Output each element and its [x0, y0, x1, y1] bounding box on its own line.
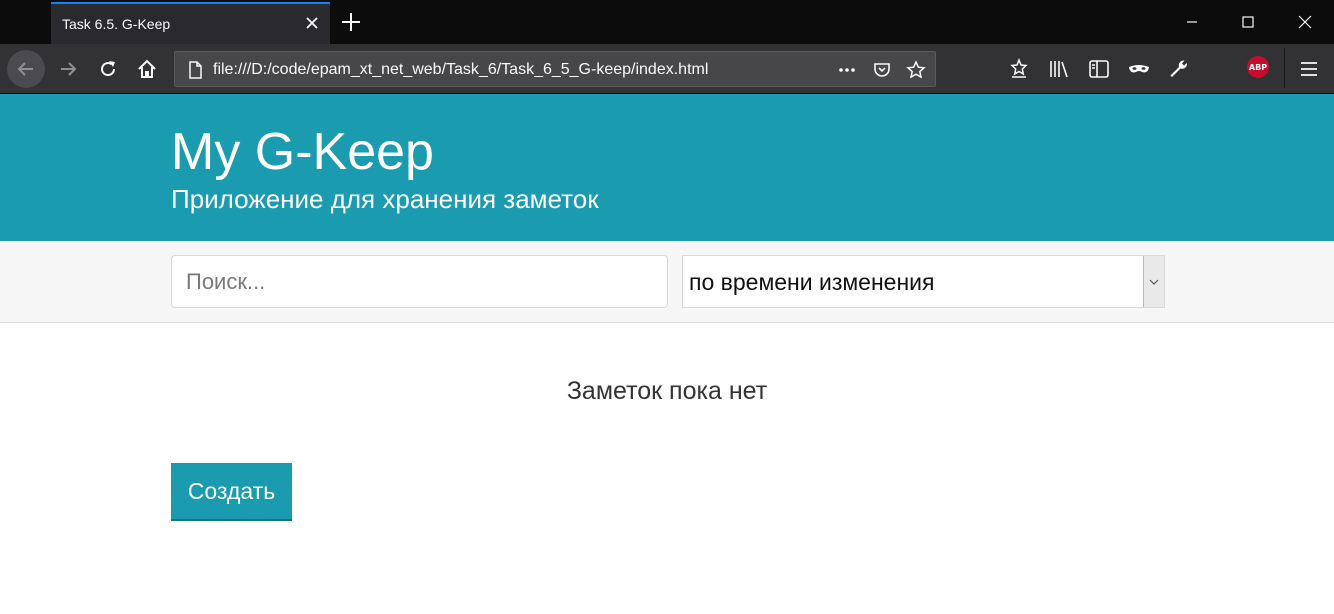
- adblock-icon[interactable]: ABP: [1247, 56, 1269, 78]
- sort-select[interactable]: по времени изменения: [682, 255, 1165, 308]
- new-tab-icon[interactable]: [339, 10, 363, 34]
- sidebar-icon[interactable]: [1087, 57, 1111, 81]
- close-icon[interactable]: [304, 15, 320, 31]
- reload-button[interactable]: [90, 51, 126, 87]
- chevron-down-icon: [1149, 279, 1159, 285]
- wrench-icon[interactable]: [1167, 57, 1191, 81]
- maximize-icon[interactable]: [1234, 8, 1262, 36]
- tab-title: Task 6.5. G-Keep: [62, 16, 171, 32]
- empty-notes-message: Заметок пока нет: [566, 377, 768, 405]
- pocket-icon[interactable]: [872, 60, 892, 80]
- app-subtitle: Приложение для хранения заметок: [171, 184, 599, 214]
- url-text: file:///D:/code/epam_xt_net_web/Task_6/T…: [213, 61, 709, 78]
- reload-icon: [101, 61, 116, 77]
- search-input[interactable]: [171, 255, 668, 308]
- sort-dropdown-button[interactable]: [1143, 256, 1164, 307]
- home-icon: [138, 59, 156, 78]
- back-arrow-icon: [17, 62, 33, 76]
- page-icon: [189, 61, 202, 79]
- toolbar-separator: [1284, 48, 1285, 88]
- browser-tab[interactable]: Task 6.5. G-Keep: [51, 2, 330, 44]
- create-button[interactable]: Создать: [171, 463, 292, 521]
- more-actions-icon[interactable]: [837, 60, 857, 80]
- address-bar[interactable]: file:///D:/code/epam_xt_net_web/Task_6/T…: [174, 51, 936, 87]
- filter-toolbar: по времени изменения: [0, 241, 1334, 323]
- forward-arrow-icon: [61, 62, 77, 76]
- app-title: My G-Keep: [171, 123, 434, 181]
- window-close-icon[interactable]: [1291, 8, 1319, 36]
- browser-tab-bar: Task 6.5. G-Keep: [0, 0, 1334, 44]
- menu-icon[interactable]: [1297, 57, 1321, 81]
- minimize-icon[interactable]: [1178, 8, 1206, 36]
- reading-list-icon[interactable]: [1007, 57, 1031, 81]
- bookmark-star-icon[interactable]: [906, 60, 926, 80]
- private-mask-icon[interactable]: [1127, 57, 1151, 81]
- sort-selected-value: по времени изменения: [689, 269, 935, 295]
- back-button[interactable]: [7, 50, 45, 88]
- app-header: My G-Keep Приложение для хранения замето…: [0, 94, 1334, 241]
- browser-nav-bar: file:///D:/code/epam_xt_net_web/Task_6/T…: [0, 44, 1334, 123]
- home-button[interactable]: [129, 51, 165, 87]
- library-icon[interactable]: [1047, 57, 1071, 81]
- forward-button[interactable]: [50, 51, 86, 87]
